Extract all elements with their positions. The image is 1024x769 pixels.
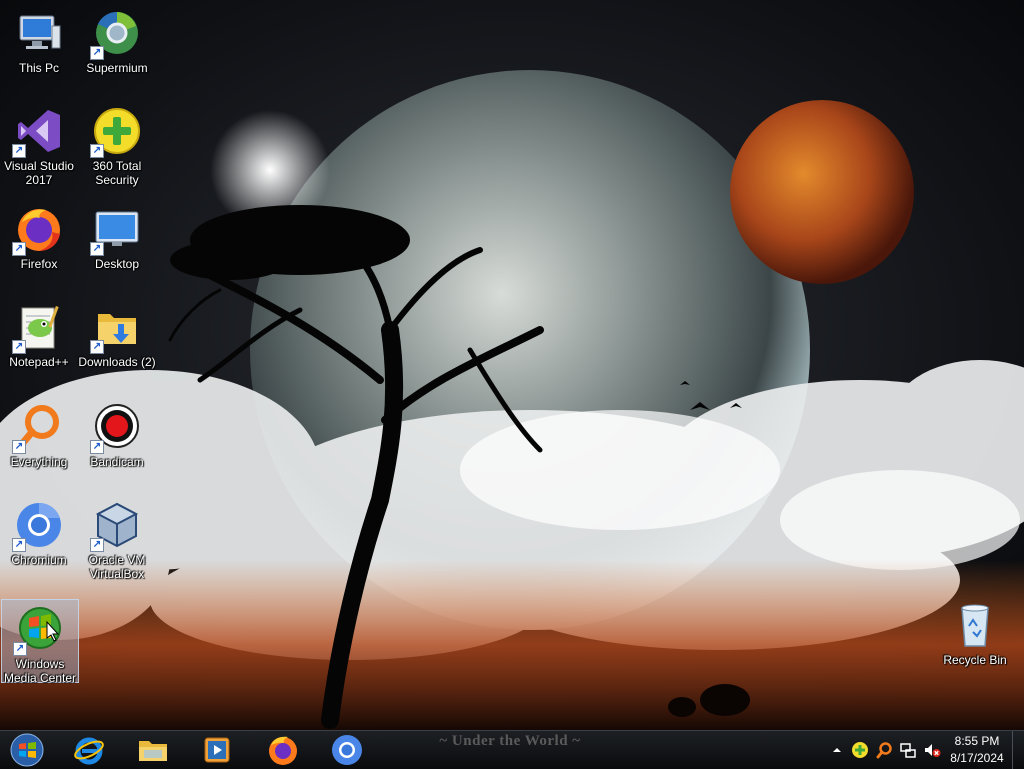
desktop-icon-label: Bandicam [90,455,144,469]
shortcut-arrow-icon: ↗ [90,340,104,354]
desktop-icon-label: Oracle VM VirtualBox [88,553,146,581]
chromium-icon [332,735,362,765]
volume-muted-icon [925,744,941,757]
wallpaper-watermark-text: ~ Under the World ~ [439,733,581,749]
firefox-icon [269,736,297,765]
desktop-icon-supermium[interactable]: ↗ Supermium [78,4,156,88]
desktop-icon-bandicam[interactable]: ↗ Bandicam [78,398,156,482]
shortcut-arrow-icon: ↗ [90,46,104,60]
shortcut-arrow-icon: ↗ [90,144,104,158]
taskbar-media-player[interactable] [192,733,242,767]
desktop-icon-label: Firefox [20,257,58,271]
clock-date: 8/17/2024 [950,751,1004,765]
shortcut-arrow-icon: ↗ [12,340,26,354]
desktop-icon-label: Visual Studio 2017 [4,159,74,187]
shortcut-arrow-icon: ↗ [90,440,104,454]
desktop-icon-label: 360 Total Security [92,159,142,187]
desktop-icon-this-pc[interactable]: This Pc [0,4,78,88]
file-explorer-icon [139,741,167,761]
desktop-icon-label: Notepad++ [9,355,69,369]
desktop-icon-everything[interactable]: ↗ Everything [0,398,78,482]
desktop-icon-chromium[interactable]: ↗ Chromium [0,496,78,580]
360-security-tray-icon [852,742,868,758]
start-button[interactable] [2,733,52,767]
desktop-icon-firefox[interactable]: ↗ Firefox [0,200,78,284]
windows-start-orb-icon [10,733,44,767]
desktop-icon-notepad-plus-plus[interactable]: ↗ Notepad++ [0,298,78,382]
desktop-icon-label: Everything [10,455,68,469]
desktop-icon-label: Desktop [94,257,140,271]
show-hidden-icons-button[interactable] [828,741,846,759]
desktop-icon-label: Windows Media Center [3,657,77,685]
desktop-icon-label: Recycle Bin [943,653,1007,667]
desktop-icon-360-total-security[interactable]: ↗ 360 Total Security [78,102,156,187]
taskbar-firefox[interactable] [258,733,308,767]
shortcut-arrow-icon: ↗ [12,538,26,552]
taskbar-clock[interactable]: 8:55 PM 8/17/2024 [944,733,1010,767]
desktop-icon-recycle-bin[interactable]: Recycle Bin [936,596,1014,680]
tray-volume[interactable] [923,741,941,759]
shortcut-arrow-icon: ↗ [12,440,26,454]
shortcut-arrow-icon: ↗ [12,144,26,158]
shortcut-arrow-icon: ↗ [90,538,104,552]
computer-icon [19,15,61,49]
desktop-icon-visual-studio[interactable]: ↗ Visual Studio 2017 [0,102,78,187]
desktop-icon-downloads[interactable]: ↗ Downloads (2) [78,298,156,382]
network-icon [900,743,916,758]
desktop-icon-label: This Pc [18,61,59,75]
shortcut-arrow-icon: ↗ [12,242,26,256]
desktop-icon-desktop[interactable]: ↗ Desktop [78,200,156,284]
desktop-icon-label: Supermium [86,61,148,75]
taskbar-chromium[interactable] [322,733,372,767]
tray-360-security[interactable] [851,741,869,759]
taskbar: ~ Under the World ~ 8:55 PM 8/17/2024 [0,730,1024,769]
internet-explorer-icon [74,737,104,765]
clock-time: 8:55 PM [954,734,1000,748]
desktop-icon-virtualbox[interactable]: ↗ Oracle VM VirtualBox [78,496,156,581]
recycle-bin-icon [961,604,989,647]
desktop-icon-windows-media-center[interactable]: ↗ Windows Media Center [1,599,79,685]
show-desktop-button[interactable] [1012,731,1024,769]
tray-network[interactable] [899,741,917,759]
chevron-up-icon [833,748,841,752]
desktop-icon-label: Chromium [11,553,67,567]
everything-tray-icon [876,742,892,759]
desktop-icon-label: Downloads (2) [78,355,156,369]
taskbar-internet-explorer[interactable] [64,733,114,767]
media-player-icon [204,737,230,763]
shortcut-arrow-icon: ↗ [90,242,104,256]
tray-everything[interactable] [875,741,893,759]
taskbar-file-explorer[interactable] [128,733,178,767]
shortcut-arrow-icon: ↗ [13,642,27,656]
